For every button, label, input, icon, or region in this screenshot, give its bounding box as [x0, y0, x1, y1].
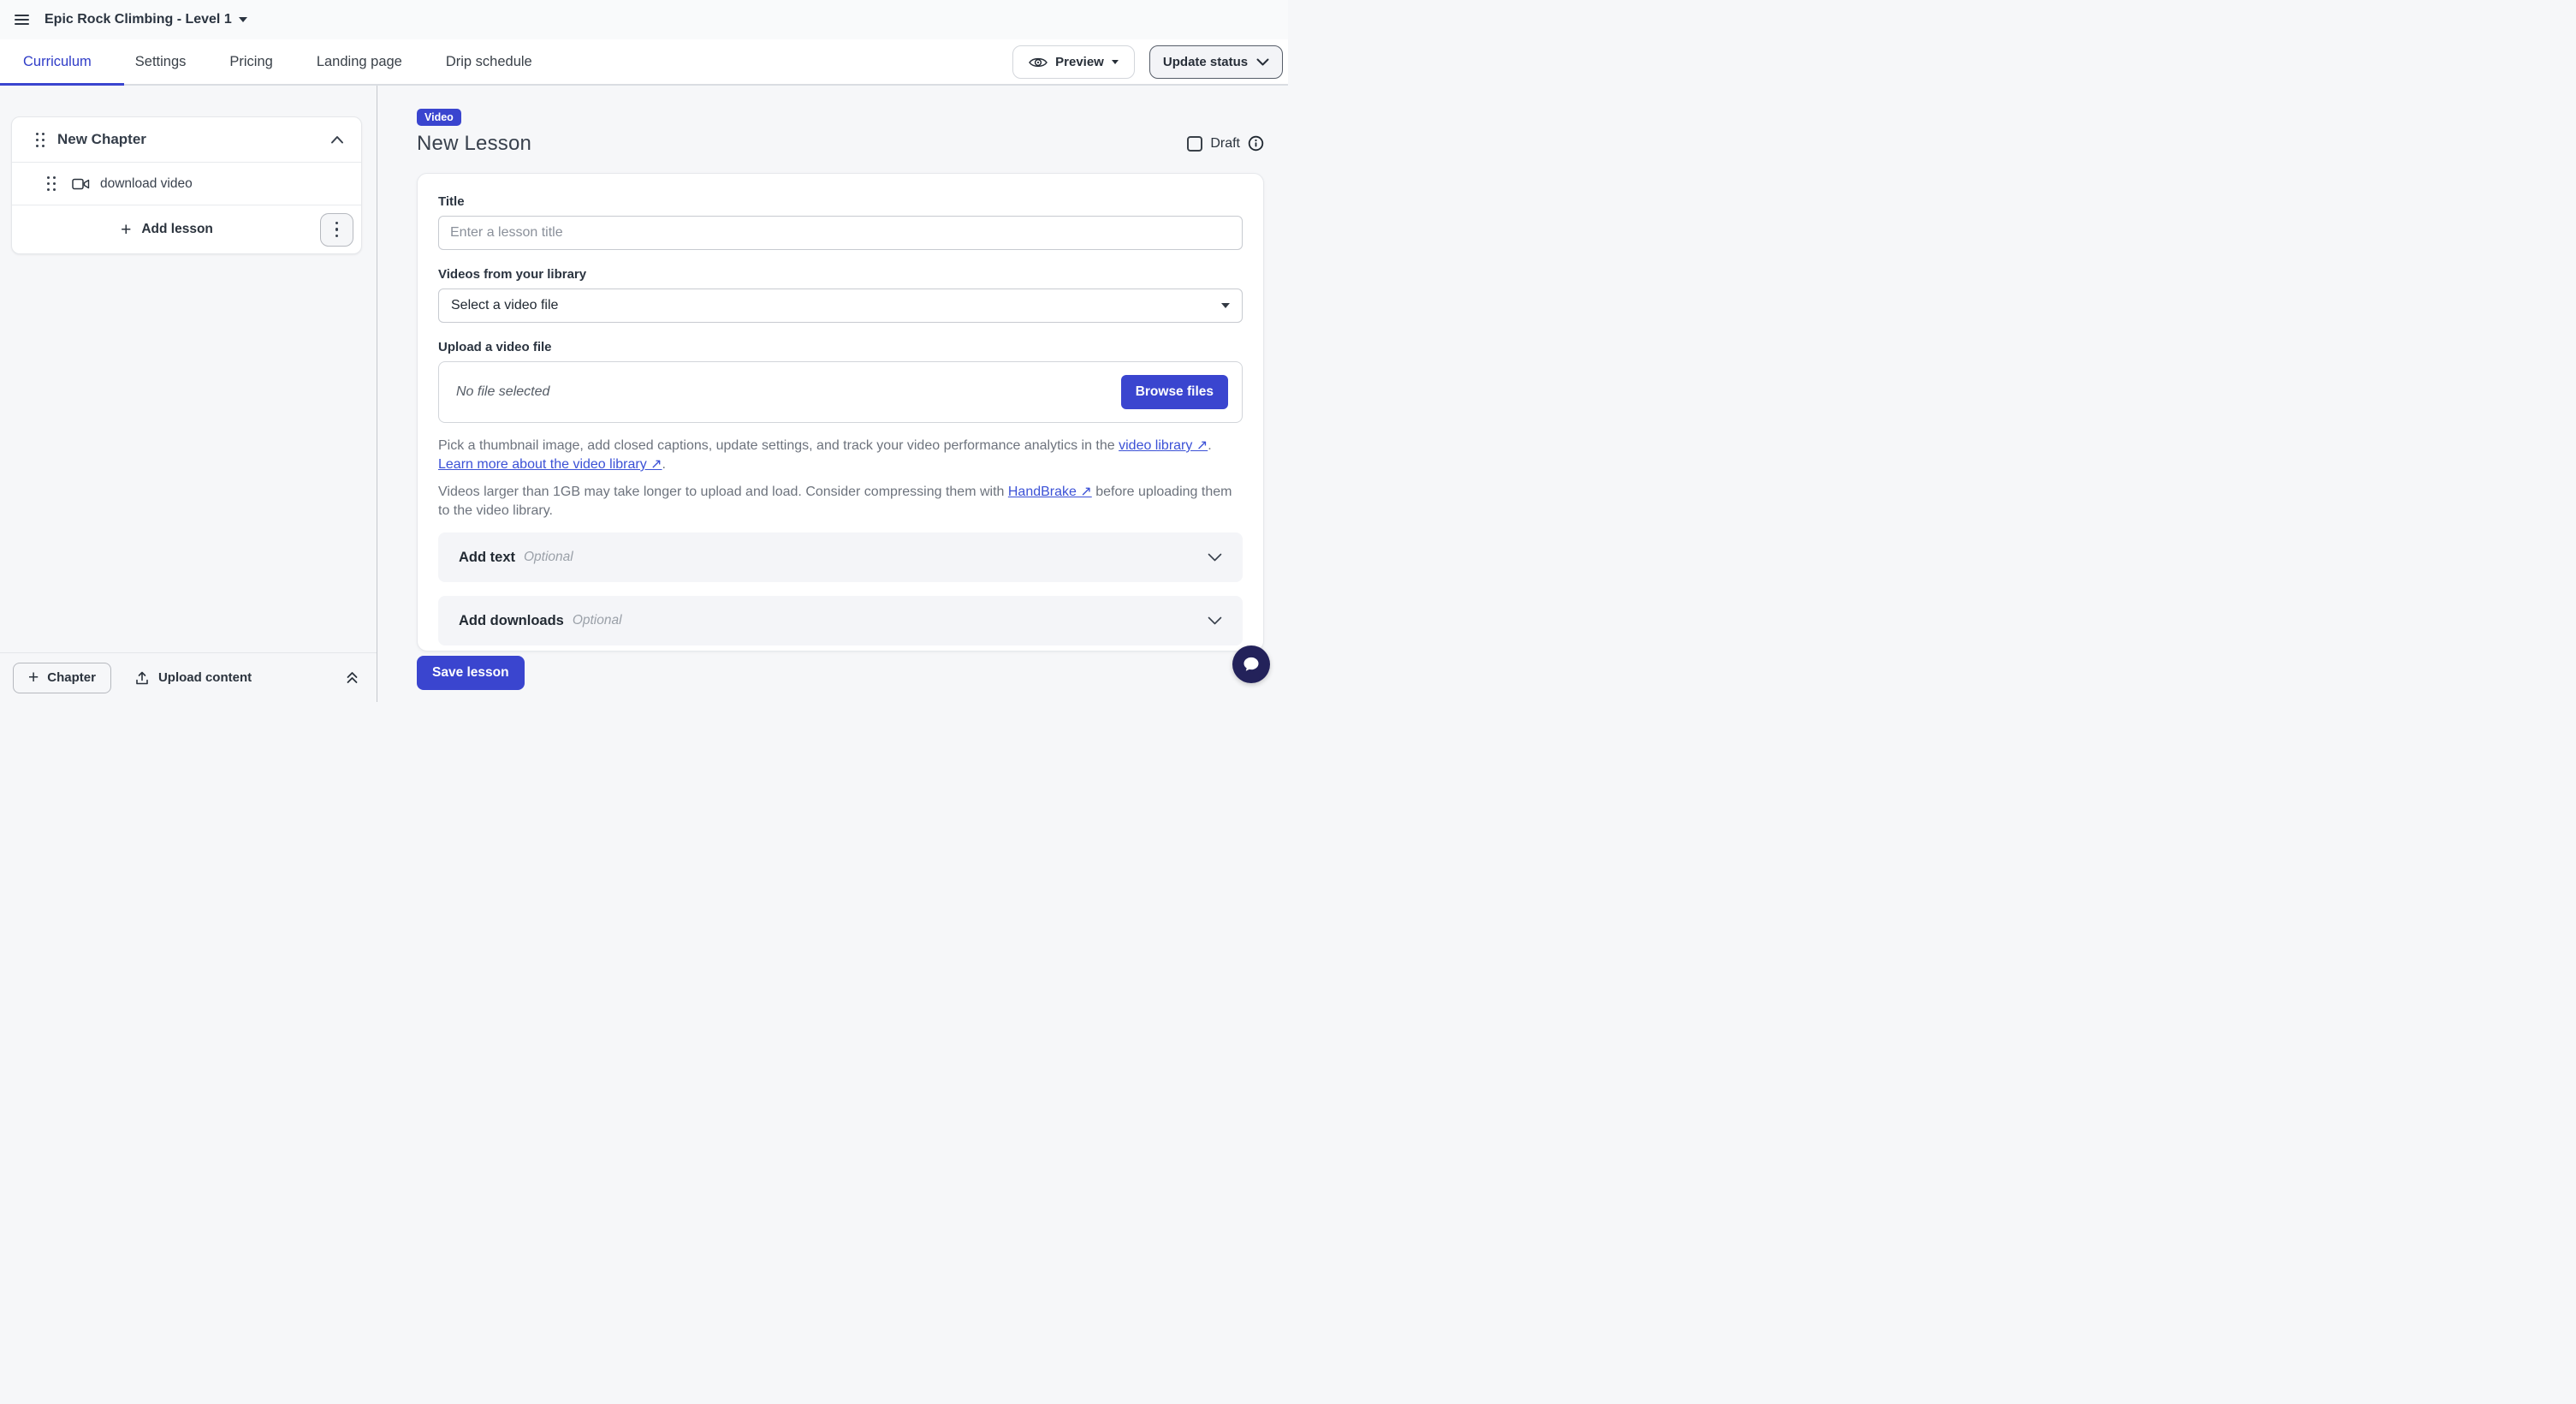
sidebar-footer: + Chapter Upload content	[0, 652, 377, 702]
add-lesson-button[interactable]: + Add lesson	[12, 221, 322, 239]
video-library-help-text: Pick a thumbnail image, add closed capti…	[438, 437, 1243, 474]
tab-pricing[interactable]: Pricing	[229, 54, 272, 70]
add-text-label: Add text	[459, 550, 515, 566]
chevron-down-icon	[1208, 553, 1222, 562]
double-chevron-up-icon	[345, 670, 359, 685]
upload-content-label: Upload content	[158, 670, 252, 685]
add-lesson-label: Add lesson	[141, 222, 213, 237]
update-status-label: Update status	[1163, 55, 1248, 69]
chevron-down-icon	[239, 17, 247, 22]
browse-files-button[interactable]: Browse files	[1121, 375, 1228, 409]
upload-field-label: Upload a video file	[438, 340, 1243, 354]
add-text-section[interactable]: Add text Optional	[438, 532, 1243, 582]
video-library-select[interactable]: Select a video file	[438, 289, 1243, 323]
upload-content-button[interactable]: Upload content	[134, 670, 252, 686]
chat-widget-button[interactable]	[1232, 645, 1270, 683]
top-bar: Epic Rock Climbing - Level 1	[0, 0, 1288, 39]
chevron-up-icon[interactable]	[330, 135, 344, 144]
video-library-select-value: Select a video file	[451, 298, 558, 313]
draft-checkbox[interactable]	[1187, 136, 1202, 152]
hamburger-menu-icon[interactable]	[15, 15, 29, 25]
chapter-footer: + Add lesson	[12, 205, 361, 253]
add-text-optional-hint: Optional	[524, 550, 573, 565]
chevron-down-icon	[1256, 58, 1269, 66]
page-title: New Lesson	[417, 132, 531, 156]
course-title: Epic Rock Climbing - Level 1	[45, 12, 232, 27]
caret-down-icon	[1221, 303, 1230, 308]
chat-bubble-icon	[1240, 653, 1262, 675]
preview-button[interactable]: Preview	[1012, 45, 1135, 79]
add-chapter-label: Chapter	[47, 670, 96, 685]
add-downloads-section[interactable]: Add downloads Optional	[438, 596, 1243, 645]
tab-settings[interactable]: Settings	[135, 54, 187, 70]
chapter-menu-button[interactable]	[320, 213, 353, 247]
curriculum-sidebar: New Chapter download video + Add lesson	[0, 86, 377, 702]
upload-empty-text: No file selected	[456, 384, 549, 400]
inline-link[interactable]: Learn more about the video library ↗	[438, 457, 662, 472]
add-downloads-optional-hint: Optional	[573, 613, 622, 628]
tab-bar: Curriculum Settings Pricing Landing page…	[0, 39, 1288, 86]
upload-icon	[134, 670, 150, 686]
header-actions: Preview Update status	[1012, 45, 1283, 79]
draft-toggle-row: Draft	[1187, 131, 1264, 156]
info-icon[interactable]	[1248, 135, 1264, 152]
preview-label: Preview	[1055, 55, 1104, 69]
tab-curriculum[interactable]: Curriculum	[23, 54, 92, 70]
collapse-all-button[interactable]	[345, 670, 359, 685]
update-status-button[interactable]: Update status	[1149, 45, 1283, 79]
title-field-label: Title	[438, 194, 1243, 209]
chapter-title: New Chapter	[57, 131, 146, 148]
library-field-label: Videos from your library	[438, 267, 1243, 282]
video-camera-icon	[72, 178, 90, 190]
lesson-title: download video	[100, 176, 193, 192]
save-lesson-button[interactable]: Save lesson	[417, 656, 525, 690]
tab-drip-schedule[interactable]: Drip schedule	[446, 54, 532, 70]
video-size-help-text: Videos larger than 1GB may take longer t…	[438, 483, 1243, 521]
chapter-header[interactable]: New Chapter	[12, 117, 361, 163]
chapter-card: New Chapter download video + Add lesson	[11, 116, 362, 254]
lesson-title-input[interactable]	[438, 216, 1243, 250]
lesson-type-badge: Video	[417, 109, 461, 126]
drag-handle-icon[interactable]	[47, 176, 56, 191]
plus-icon: +	[121, 221, 131, 239]
lesson-header: Video New Lesson Draft	[417, 109, 1264, 156]
add-downloads-label: Add downloads	[459, 613, 564, 629]
course-switcher[interactable]: Epic Rock Climbing - Level 1	[45, 12, 247, 27]
lesson-item[interactable]: download video	[12, 163, 361, 205]
video-upload-dropzone[interactable]: No file selected Browse files	[438, 361, 1243, 423]
eye-icon	[1029, 56, 1048, 69]
caret-down-icon	[1112, 60, 1119, 64]
draft-label: Draft	[1210, 136, 1240, 152]
lesson-editor: Video New Lesson Draft Title Videos from…	[377, 86, 1288, 702]
lesson-form-card: Title Videos from your library Select a …	[417, 173, 1264, 651]
add-chapter-button[interactable]: + Chapter	[13, 663, 111, 693]
plus-icon: +	[28, 669, 39, 687]
chevron-down-icon	[1208, 616, 1222, 625]
tab-landing-page[interactable]: Landing page	[317, 54, 402, 70]
drag-handle-icon[interactable]	[36, 133, 45, 147]
inline-link[interactable]: HandBrake ↗	[1008, 485, 1092, 499]
inline-link[interactable]: video library ↗	[1119, 438, 1208, 453]
